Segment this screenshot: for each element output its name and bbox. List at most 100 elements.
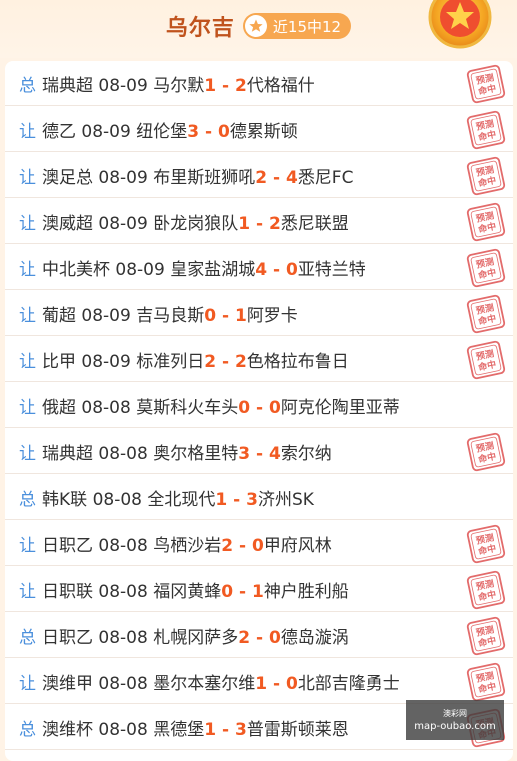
away-team: 德岛漩涡 bbox=[280, 627, 349, 648]
bet-type: 让 bbox=[19, 305, 36, 326]
away-score: 3 bbox=[234, 719, 247, 740]
match-row[interactable]: 让瑞典超 08-08 奥尔格里特3 - 4索尔纳 预测 命中 bbox=[5, 429, 513, 474]
away-team: 色格拉布鲁日 bbox=[246, 351, 349, 372]
league-name: 澳维杯 bbox=[42, 719, 93, 740]
match-date: 08-09 bbox=[81, 305, 131, 326]
away-team: 甲府风林 bbox=[263, 535, 332, 556]
record-badge: 近15中12 bbox=[242, 13, 352, 39]
bet-type: 总 bbox=[19, 489, 36, 510]
away-team: 德累斯顿 bbox=[229, 121, 298, 142]
match-text: 让日职联 08-08 福冈黄蜂0 - 1神户胜利船 bbox=[5, 577, 349, 602]
score-separator: - bbox=[267, 673, 286, 694]
match-row[interactable]: 让比甲 08-09 标准列日2 - 2色格拉布鲁日 预测 命中 bbox=[5, 337, 513, 382]
score-separator: - bbox=[250, 627, 269, 648]
predicted-hit-stamp: 预测命中 bbox=[466, 340, 506, 380]
away-score: 2 bbox=[268, 213, 281, 234]
bet-type: 让 bbox=[19, 673, 36, 694]
expert-info: 乌尔吉 近15中12 bbox=[165, 10, 352, 42]
away-score: 2 bbox=[234, 351, 247, 372]
away-score: 4 bbox=[268, 443, 281, 464]
match-row[interactable]: 总韩K联 08-08 全北现代1 - 3济州SK bbox=[5, 475, 513, 520]
score-separator: - bbox=[216, 75, 235, 96]
home-score: 1 bbox=[255, 673, 268, 694]
match-text: 让澳足总 08-09 布里斯班狮吼2 - 4悉尼FC bbox=[5, 163, 353, 188]
bet-type: 让 bbox=[19, 397, 36, 418]
match-row[interactable]: 让澳维甲 08-08 墨尔本塞尔维1 - 0北部吉隆勇士 预测 命中 bbox=[5, 659, 513, 704]
match-date: 08-08 bbox=[98, 627, 148, 648]
home-score: 3 bbox=[187, 121, 200, 142]
match-date: 08-09 bbox=[81, 351, 131, 372]
home-score: 2 bbox=[238, 627, 251, 648]
bet-type: 让 bbox=[19, 213, 36, 234]
score-separator: - bbox=[199, 121, 218, 142]
away-score: 0 bbox=[251, 535, 264, 556]
home-score: 0 bbox=[204, 305, 217, 326]
match-row[interactable]: 让日职联 08-08 福冈黄蜂0 - 1神户胜利船 预测 命中 bbox=[5, 567, 513, 612]
home-score: 2 bbox=[204, 351, 217, 372]
predicted-hit-stamp: 预测命中 bbox=[466, 432, 506, 472]
match-date: 08-09 bbox=[115, 259, 165, 280]
away-score: 0 bbox=[285, 259, 298, 280]
score-separator: - bbox=[216, 351, 235, 372]
away-score: 0 bbox=[268, 627, 281, 648]
away-team: 北部吉隆勇士 bbox=[297, 673, 400, 694]
home-team: 布里斯班狮吼 bbox=[153, 167, 256, 188]
away-team: 悉尼FC bbox=[297, 167, 354, 188]
home-team: 吉马良斯 bbox=[136, 305, 205, 326]
home-score: 3 bbox=[238, 443, 251, 464]
home-team: 札幌冈萨多 bbox=[153, 627, 239, 648]
match-text: 总韩K联 08-08 全北现代1 - 3济州SK bbox=[5, 485, 314, 510]
score-separator: - bbox=[250, 213, 269, 234]
match-row[interactable]: 让葡超 08-09 吉马良斯0 - 1阿罗卡 预测 命中 bbox=[5, 291, 513, 336]
home-score: 1 bbox=[204, 75, 217, 96]
match-date: 08-09 bbox=[98, 213, 148, 234]
league-name: 中北美杯 bbox=[42, 259, 110, 280]
away-team: 神户胜利船 bbox=[263, 581, 349, 602]
bet-type: 总 bbox=[19, 627, 36, 648]
home-team: 马尔默 bbox=[153, 75, 205, 96]
predicted-hit-stamp: 预测命中 bbox=[466, 616, 506, 656]
home-score: 1 bbox=[215, 489, 228, 510]
match-row[interactable]: 让澳威超 08-09 卧龙岗狼队1 - 2悉尼联盟 预测 命中 bbox=[5, 199, 513, 244]
expert-name: 乌尔吉 bbox=[165, 16, 235, 41]
home-team: 黑德堡 bbox=[153, 719, 205, 740]
away-team: 代格福什 bbox=[246, 75, 315, 96]
away-team: 阿克伦陶里亚蒂 bbox=[280, 397, 400, 418]
match-row[interactable]: 总瑞典超 08-09 马尔默1 - 2代格福什 预测 命中 bbox=[5, 61, 513, 106]
match-text: 让澳威超 08-09 卧龙岗狼队1 - 2悉尼联盟 bbox=[5, 209, 349, 234]
predicted-hit-stamp: 预测命中 bbox=[466, 570, 506, 610]
bet-type: 总 bbox=[19, 75, 36, 96]
record-text: 近15中12 bbox=[272, 17, 342, 36]
away-team: 悉尼联盟 bbox=[280, 213, 349, 234]
league-name: 日职乙 bbox=[42, 627, 93, 648]
home-score: 4 bbox=[255, 259, 268, 280]
match-text: 总日职乙 08-08 札幌冈萨多2 - 0德岛漩涡 bbox=[5, 623, 349, 648]
match-row[interactable]: 让日职乙 08-08 鸟栖沙岩2 - 0甲府风林 预测 命中 bbox=[5, 521, 513, 566]
match-row[interactable]: 让澳足总 08-09 布里斯班狮吼2 - 4悉尼FC 预测 命中 bbox=[5, 153, 513, 198]
match-row[interactable]: 让中北美杯 08-09 皇家盐湖城4 - 0亚特兰特 预测 命中 bbox=[5, 245, 513, 290]
match-row[interactable]: 让俄超 08-08 莫斯科火车头0 - 0阿克伦陶里亚蒂 bbox=[5, 383, 513, 428]
match-date: 08-08 bbox=[98, 719, 148, 740]
match-date: 08-08 bbox=[98, 581, 148, 602]
match-date: 08-09 bbox=[98, 167, 148, 188]
home-team: 标准列日 bbox=[136, 351, 205, 372]
watermark-url: map-oubao.com bbox=[414, 721, 496, 732]
bet-type: 让 bbox=[19, 259, 36, 280]
away-team: 索尔纳 bbox=[280, 443, 332, 464]
away-score: 2 bbox=[234, 75, 247, 96]
home-score: 2 bbox=[255, 167, 268, 188]
predicted-hit-stamp: 预测命中 bbox=[466, 294, 506, 334]
score-separator: - bbox=[216, 305, 235, 326]
match-row[interactable]: 总日职乙 08-08 札幌冈萨多2 - 0德岛漩涡 预测 命中 bbox=[5, 613, 513, 658]
predicted-hit-stamp: 预测命中 bbox=[466, 64, 506, 104]
predicted-hit-stamp: 预测命中 bbox=[466, 110, 506, 150]
home-team: 皇家盐湖城 bbox=[170, 259, 256, 280]
score-separator: - bbox=[227, 489, 247, 510]
predicted-hit-stamp: 预测命中 bbox=[466, 202, 506, 242]
match-text: 总瑞典超 08-09 马尔默1 - 2代格福什 bbox=[5, 71, 315, 96]
home-score: 2 bbox=[221, 535, 234, 556]
watermark-title: 澳彩网 bbox=[443, 709, 467, 718]
match-date: 08-08 bbox=[98, 535, 148, 556]
bet-type: 让 bbox=[19, 443, 36, 464]
match-row[interactable]: 让德乙 08-09 纽伦堡3 - 0德累斯顿 预测 命中 bbox=[5, 107, 513, 152]
